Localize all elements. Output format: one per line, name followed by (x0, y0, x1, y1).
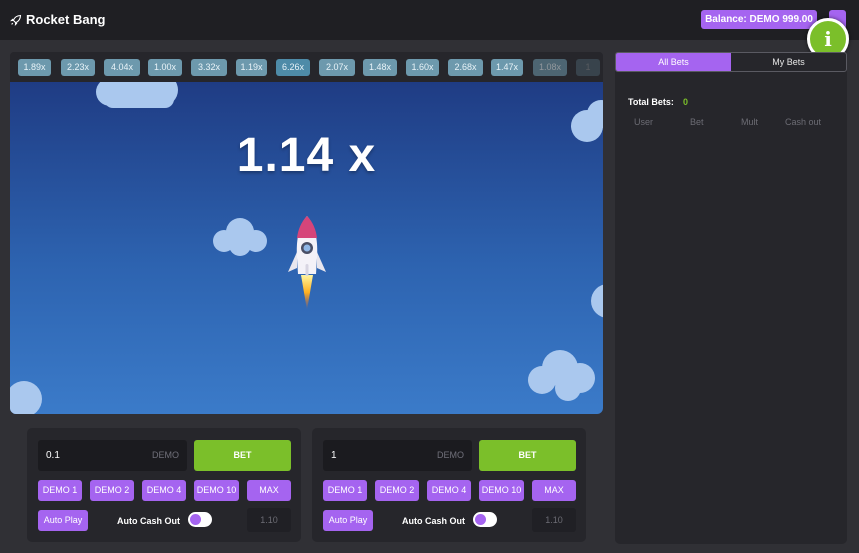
auto-cash-out-toggle[interactable] (473, 512, 497, 527)
auto-cash-out-label: Auto Cash Out (117, 516, 180, 526)
history-pill: 1 (576, 59, 600, 76)
cloud-icon (213, 218, 267, 256)
history-pill: 6.26x (276, 59, 310, 76)
history-pill: 2.07x (319, 59, 355, 76)
column-header: Cash out (785, 117, 822, 127)
quick-bet-max[interactable]: MAX (247, 480, 291, 501)
history-pill: 1.48x (363, 59, 397, 76)
history-pill: 2.68x (448, 59, 483, 76)
cloud-icon (591, 284, 603, 318)
tab-all-bets[interactable]: All Bets (616, 53, 731, 71)
quick-bet-demo-1[interactable]: DEMO 1 (323, 480, 367, 501)
bet-button[interactable]: BET (479, 440, 576, 471)
auto-cash-out-toggle[interactable] (188, 512, 212, 527)
bet-panel-2: 1 DEMO BET DEMO 1 DEMO 2 DEMO 4 DEMO 10 … (312, 428, 586, 542)
history-pill: 1.47x (491, 59, 523, 76)
quick-bet-demo-2[interactable]: DEMO 2 (90, 480, 134, 501)
bet-amount-value: 1 (331, 450, 337, 461)
bet-amount-value: 0.1 (46, 450, 60, 461)
bet-panel-1: 0.1 DEMO BET DEMO 1 DEMO 2 DEMO 4 DEMO 1… (27, 428, 301, 542)
top-bar: Rocket Bang Balance: DEMO 999.00 i (0, 0, 859, 60)
rocket-icon (10, 14, 22, 26)
quick-bet-demo-4[interactable]: DEMO 4 (142, 480, 186, 501)
history-pill: 1.00x (148, 59, 182, 76)
bet-button[interactable]: BET (194, 440, 291, 471)
column-header: User (634, 117, 654, 127)
rocket-icon (288, 216, 326, 310)
total-bets-label: Total Bets: (628, 97, 674, 107)
history-pill: 3.32x (191, 59, 227, 76)
history-pill: 1.08x (533, 59, 567, 76)
tab-my-bets[interactable]: My Bets (731, 53, 846, 71)
quick-bet-demo-1[interactable]: DEMO 1 (38, 480, 82, 501)
cloud-icon (10, 381, 42, 414)
bet-amount-field[interactable]: 0.1 DEMO (38, 440, 187, 471)
app-title: Rocket Bang (26, 12, 106, 27)
bet-amount-field[interactable]: 1 DEMO (323, 440, 472, 471)
bets-sidebar: All Bets My Bets Total Bets: 0 User Bet … (615, 52, 847, 544)
history-pill: 4.04x (104, 59, 140, 76)
auto-cash-out-input[interactable]: 1.10 (532, 508, 576, 532)
history-pill: 2.23x (61, 59, 95, 76)
auto-cash-out-label: Auto Cash Out (402, 516, 465, 526)
game-canvas: 1.14 x (10, 82, 603, 414)
column-header: Bet (690, 117, 704, 127)
auto-play-button[interactable]: Auto Play (38, 510, 88, 531)
current-multiplier: 1.14 x (236, 129, 377, 182)
multiplier-history: 1.89x 2.23x 4.04x 1.00x 3.32x 1.19x 6.26… (10, 52, 603, 82)
auto-play-button[interactable]: Auto Play (323, 510, 373, 531)
quick-bet-demo-10[interactable]: DEMO 10 (479, 480, 524, 501)
history-pill: 1.19x (236, 59, 267, 76)
history-pill: 1.89x (18, 59, 51, 76)
currency-label: DEMO (152, 450, 179, 460)
currency-label: DEMO (437, 450, 464, 460)
info-icon: i (824, 27, 832, 51)
history-pill: 1.60x (406, 59, 439, 76)
column-header: Mult (741, 117, 759, 127)
brand: Rocket Bang (10, 12, 105, 27)
cloud-icon (96, 82, 178, 108)
quick-bet-demo-10[interactable]: DEMO 10 (194, 480, 239, 501)
quick-bet-demo-4[interactable]: DEMO 4 (427, 480, 471, 501)
quick-bet-demo-2[interactable]: DEMO 2 (375, 480, 419, 501)
cloud-icon (528, 350, 595, 401)
balance-badge: Balance: DEMO 999.00 (701, 10, 817, 29)
bets-tabs: All Bets My Bets (615, 52, 847, 72)
quick-bet-max[interactable]: MAX (532, 480, 576, 501)
auto-cash-out-input[interactable]: 1.10 (247, 508, 291, 532)
total-bets-value: 0 (683, 97, 689, 107)
